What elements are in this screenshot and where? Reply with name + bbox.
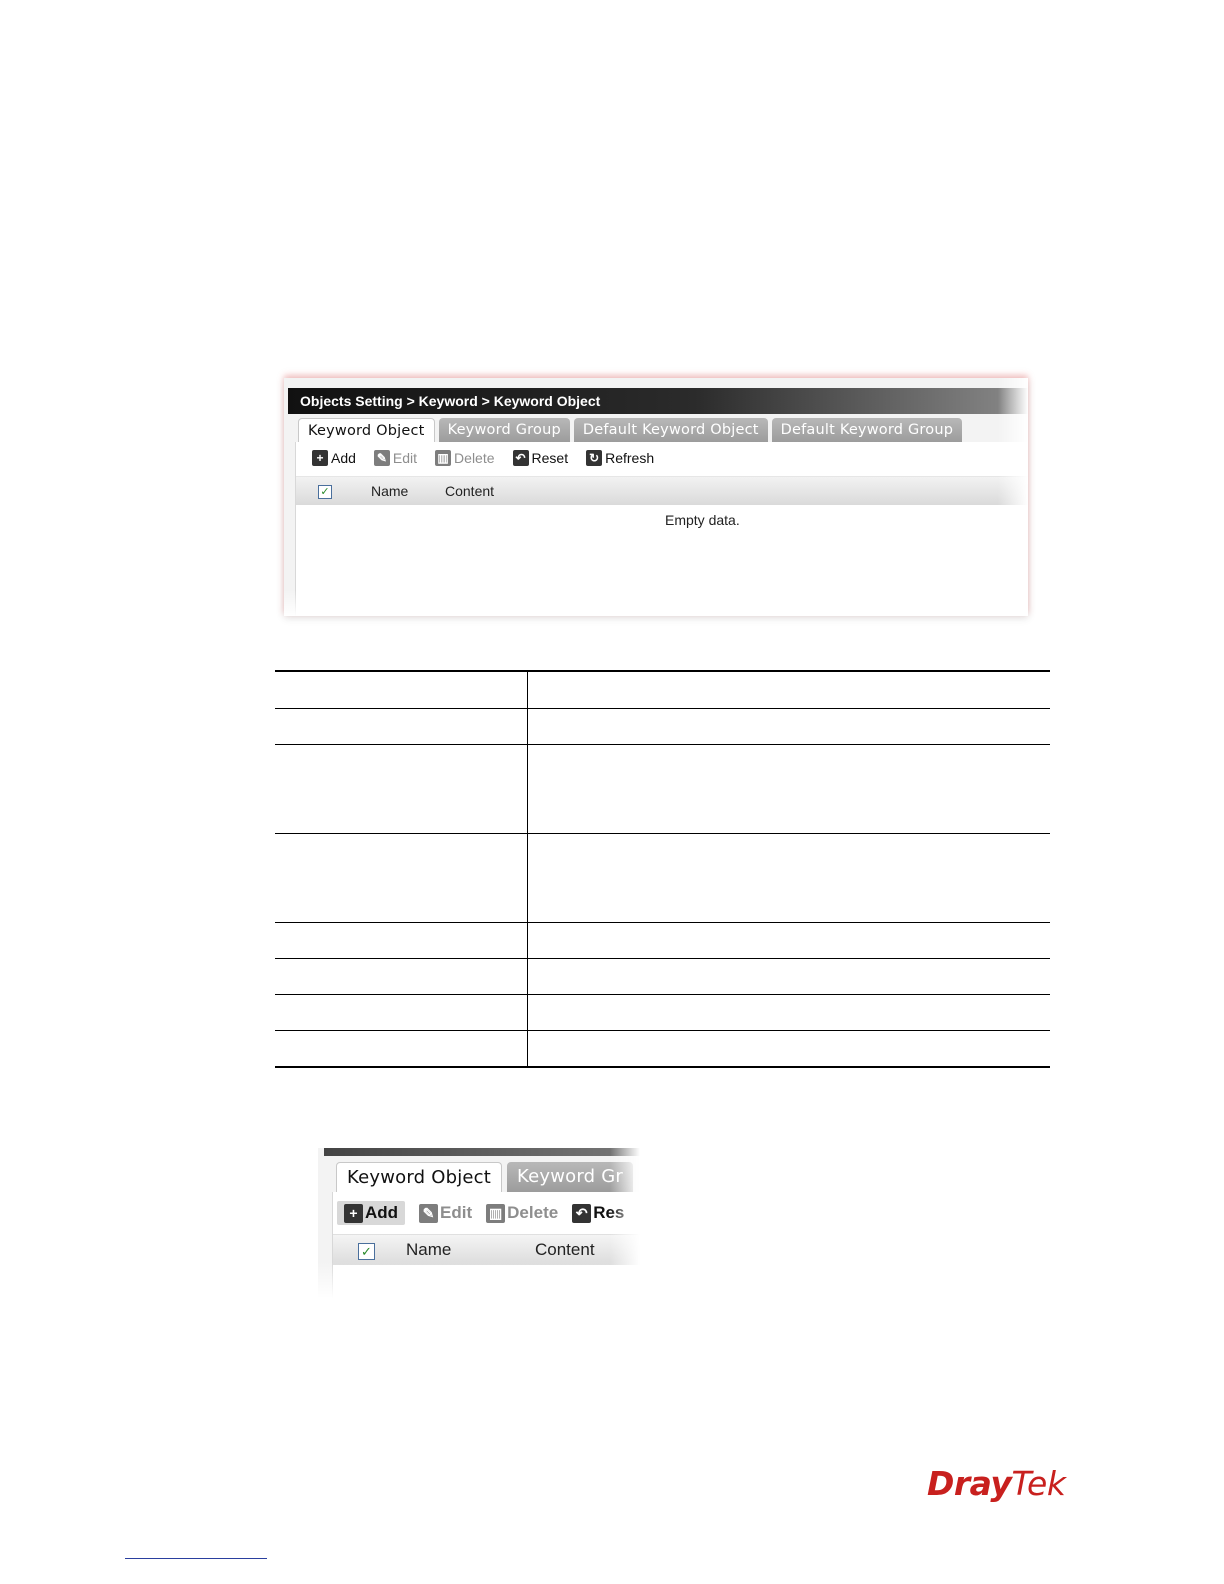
delete-label: Delete: [454, 450, 495, 466]
plus-icon: +: [344, 1203, 363, 1223]
tab-panel: + Add ✎ Edit ▥ Delete ↶ Reset ↻ Refresh …: [295, 442, 1028, 616]
description-cell: [528, 995, 1050, 1030]
table-row: [275, 995, 1050, 1031]
column-content[interactable]: Content: [535, 1240, 595, 1260]
add-button[interactable]: + Add: [337, 1201, 406, 1225]
table-row: [275, 834, 1050, 923]
delete-button[interactable]: ▥ Delete: [435, 450, 495, 466]
table-row: [275, 709, 1050, 745]
breadcrumb: Objects Setting > Keyword > Keyword Obje…: [288, 388, 1028, 414]
tab-default-keyword-group[interactable]: Default Keyword Group: [771, 418, 963, 442]
item-cell: [275, 923, 528, 958]
table-row: [275, 1031, 1050, 1068]
table-row: [275, 923, 1050, 959]
item-cell: [275, 1031, 528, 1066]
refresh-button[interactable]: ↻ Refresh: [586, 450, 654, 466]
select-all-checkbox[interactable]: ✓: [358, 1243, 375, 1260]
delete-label: Delete: [507, 1203, 559, 1222]
reset-arrow-icon: ↶: [512, 450, 529, 466]
edit-button[interactable]: ✎ Edit: [419, 1203, 472, 1223]
tab-bar: Keyword Object Keyword Group Default Key…: [298, 418, 963, 443]
description-cell: [528, 923, 1050, 958]
edit-button[interactable]: ✎ Edit: [373, 450, 418, 466]
item-cell: [275, 672, 528, 708]
tab-keyword-group[interactable]: Keyword Gr: [507, 1162, 633, 1192]
item-cell: [275, 995, 528, 1030]
tab-panel: + Add ✎ Edit ▥ Delete ↶ Res ✓ Name Conte…: [332, 1192, 640, 1298]
reset-button[interactable]: ↶ Res: [572, 1203, 624, 1223]
refresh-label: Refresh: [605, 450, 655, 466]
reset-arrow-icon: ↶: [572, 1203, 592, 1223]
pencil-icon: ✎: [373, 450, 390, 466]
reset-label: Res: [593, 1203, 625, 1222]
edit-label: Edit: [392, 450, 418, 466]
item-cell: [275, 834, 528, 922]
refresh-icon: ↻: [586, 450, 603, 466]
footer-link-underline: [125, 1558, 267, 1559]
plus-icon: +: [312, 450, 328, 466]
column-name[interactable]: Name: [371, 483, 408, 499]
item-cell: [275, 745, 528, 833]
toolbar: + Add ✎ Edit ▥ Delete ↶ Reset ↻ Refresh: [312, 450, 654, 466]
select-all-checkbox[interactable]: ✓: [318, 485, 332, 499]
item-cell: [275, 959, 528, 994]
add-label: Add: [331, 450, 356, 466]
pencil-icon: ✎: [419, 1203, 439, 1223]
description-cell: [528, 745, 1050, 833]
delete-button[interactable]: ▥ Delete: [486, 1203, 558, 1223]
column-content[interactable]: Content: [445, 483, 494, 499]
reset-label: Reset: [531, 450, 569, 466]
description-cell: [528, 672, 1050, 708]
toolbar: + Add ✎ Edit ▥ Delete ↶ Res: [337, 1201, 624, 1225]
description-cell: [528, 834, 1050, 922]
reset-button[interactable]: ↶ Reset: [512, 450, 569, 466]
table-header: ✓ Name Content: [296, 476, 1028, 505]
item-cell: [275, 709, 528, 744]
logo-tek: Tek: [1011, 1464, 1066, 1503]
table-header: ✓ Name Content: [333, 1234, 640, 1265]
title-strip: [324, 1148, 640, 1156]
table-row: [275, 745, 1050, 834]
edit-label: Edit: [440, 1203, 473, 1222]
logo-dray: Dray: [927, 1464, 1012, 1503]
tab-default-keyword-object[interactable]: Default Keyword Object: [573, 418, 768, 442]
add-button-zoom-screenshot: Keyword Object Keyword Gr + Add ✎ Edit ▥…: [318, 1148, 640, 1298]
tab-keyword-object[interactable]: Keyword Object: [336, 1162, 503, 1193]
tab-keyword-object[interactable]: Keyword Object: [298, 418, 435, 443]
column-name[interactable]: Name: [406, 1240, 451, 1260]
description-cell: [528, 959, 1050, 994]
add-button[interactable]: + Add: [312, 450, 356, 466]
trash-icon: ▥: [435, 450, 452, 466]
tab-keyword-group[interactable]: Keyword Group: [438, 418, 570, 442]
keyword-object-screenshot: Objects Setting > Keyword > Keyword Obje…: [284, 378, 1028, 616]
add-label: Add: [365, 1203, 399, 1222]
description-cell: [528, 709, 1050, 744]
tab-bar: Keyword Object Keyword Gr: [336, 1162, 633, 1193]
description-cell: [528, 1031, 1050, 1066]
draytek-logo: DrayTek: [927, 1464, 1066, 1503]
description-table: [275, 670, 1050, 1068]
empty-data-message: Empty data.: [665, 512, 740, 528]
table-row: [275, 670, 1050, 709]
table-row: [275, 959, 1050, 995]
trash-icon: ▥: [486, 1203, 506, 1223]
